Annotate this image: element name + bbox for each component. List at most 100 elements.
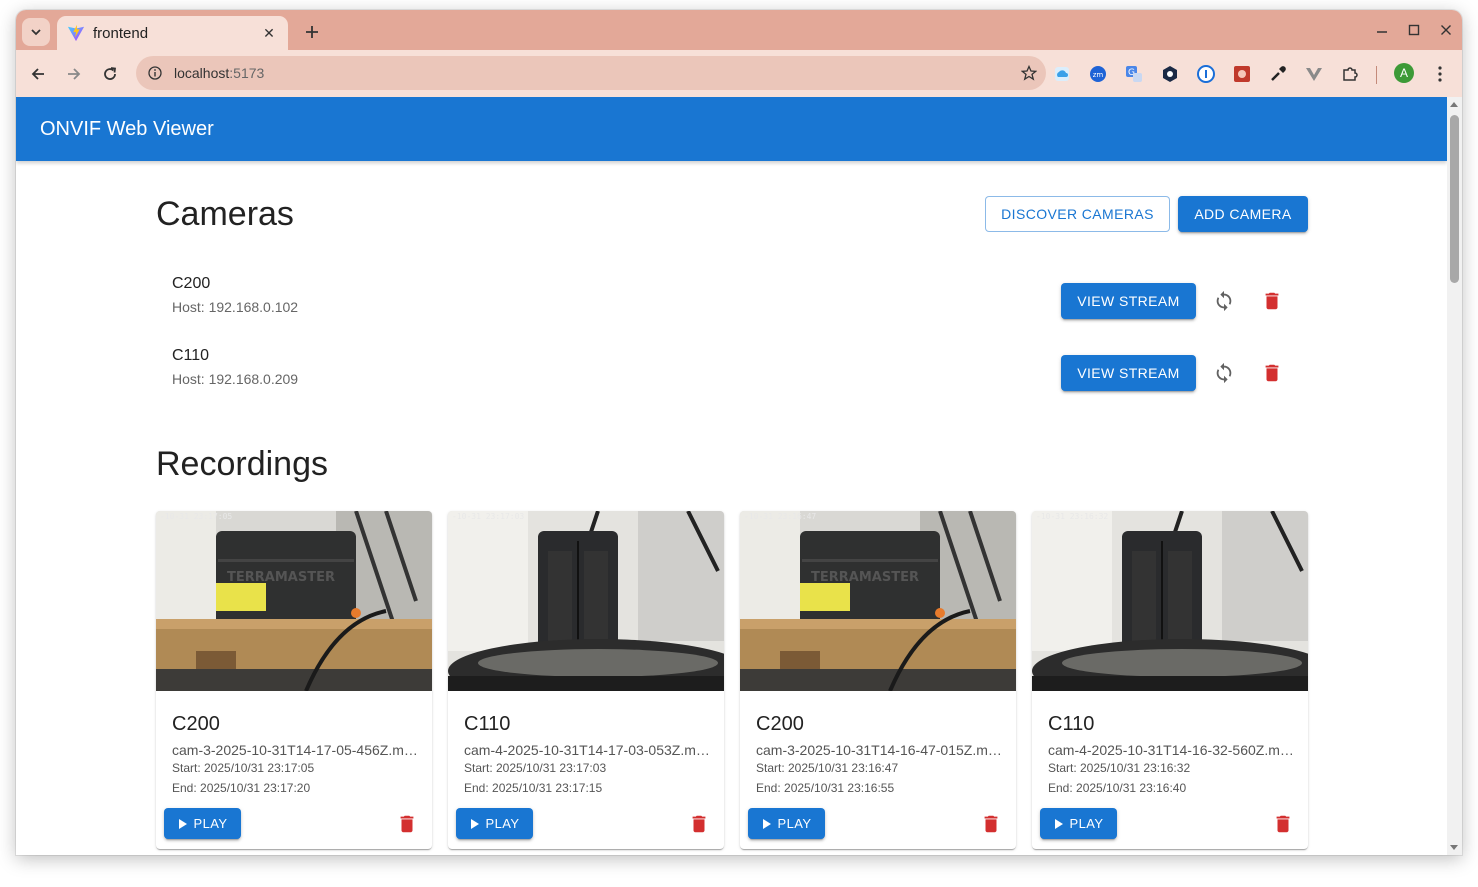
profile-avatar[interactable]: A (1394, 63, 1414, 83)
svg-text:TERRAMASTER: TERRAMASTER (227, 570, 335, 585)
close-tab-icon[interactable]: ✕ (260, 25, 278, 42)
recording-start-time: Start: 2025/10/31 23:17:03 (464, 761, 607, 775)
delete-recording-icon[interactable] (684, 809, 714, 839)
more-menu-icon[interactable] (1432, 63, 1448, 85)
play-icon (762, 818, 772, 830)
play-button[interactable]: PLAY (164, 808, 241, 839)
recording-card: TERRAMASTER -10-31 23:16:47 C200 cam-3-2025… (740, 511, 1016, 849)
cameras-heading: Cameras (156, 195, 294, 233)
recording-filename: cam-4-2025-10-31T14-16-32-560Z.mp4 (1048, 742, 1294, 758)
vite-logo-icon (67, 24, 85, 42)
scrollbar-thumb[interactable] (1450, 115, 1459, 283)
extensions-puzzle-icon[interactable] (1340, 64, 1360, 84)
tab-title: frontend (93, 24, 149, 42)
play-label: PLAY (777, 816, 812, 831)
browser-tab[interactable]: frontend ✕ (57, 16, 288, 50)
tab-search-button[interactable] (22, 18, 50, 46)
page-viewport: ONVIF Web Viewer Cameras DISCOVER CAMERA… (16, 97, 1462, 855)
recording-thumbnail[interactable]: TERRAMASTER -10-31 23:17:05 (156, 511, 432, 691)
discover-cameras-button[interactable]: DISCOVER CAMERAS (985, 196, 1170, 232)
sync-icon[interactable] (1204, 353, 1244, 393)
camera-host: Host: 192.168.0.102 (172, 299, 299, 315)
window-controls (1366, 10, 1462, 50)
recording-card: TERRAMASTER -10-31 23:17:05 C200 cam-3-2025… (156, 511, 432, 849)
plus-icon (306, 26, 318, 38)
browser-window: frontend ✕ localhost:5173 zm G A ONVIF W… (16, 10, 1462, 855)
recording-thumbnail[interactable]: TERRAMASTER -10-31 23:16:47 (740, 511, 1016, 691)
recordings-grid: TERRAMASTER -10-31 23:17:05 C200 cam-3-2025… (156, 511, 1308, 851)
password-manager-icon[interactable] (1196, 64, 1216, 84)
bookmark-star-icon[interactable] (1012, 65, 1046, 81)
recording-start-time: Start: 2025/10/31 23:16:32 (1048, 761, 1191, 775)
eyedropper-icon[interactable] (1268, 64, 1288, 84)
hexagon-extension-icon[interactable] (1160, 64, 1180, 84)
delete-icon[interactable] (1252, 353, 1292, 393)
camera-host: Host: 192.168.0.209 (172, 371, 299, 387)
camera-row: C200 Host: 192.168.0.102 VIEW STREAM (156, 265, 1308, 337)
forward-button[interactable] (62, 62, 86, 86)
recording-start-time: Start: 2025/10/31 23:17:05 (172, 761, 315, 775)
thumb-timestamp: -10-31 23:17:05 (160, 512, 232, 521)
svg-text:TERRAMASTER: TERRAMASTER (811, 570, 919, 585)
close-window-icon[interactable] (1430, 24, 1462, 36)
red-extension-icon[interactable] (1232, 64, 1252, 84)
recording-thumbnail[interactable]: -10-31 23:16:32 (1032, 511, 1308, 691)
play-button[interactable]: PLAY (456, 808, 533, 839)
recording-start-time: Start: 2025/10/31 23:16:47 (756, 761, 899, 775)
reload-button[interactable] (98, 62, 122, 86)
camera-row: C110 Host: 192.168.0.209 VIEW STREAM (156, 337, 1308, 409)
play-button[interactable]: PLAY (748, 808, 825, 839)
maximize-icon[interactable] (1398, 24, 1430, 36)
address-bar[interactable]: localhost:5173 (136, 56, 1046, 90)
delete-recording-icon[interactable] (392, 809, 422, 839)
recordings-heading: Recordings (156, 445, 328, 483)
recording-camera-name: C110 (1048, 713, 1095, 735)
recording-end-time: End: 2025/10/31 23:16:40 (1048, 781, 1187, 795)
tab-strip: frontend ✕ (16, 10, 1462, 50)
recording-filename: cam-3-2025-10-31T14-17-05-456Z.mp4 (172, 742, 418, 758)
recording-card: -10-31 23:16:32 C110 cam-4-2025-10-31T14-1… (1032, 511, 1308, 849)
thumb-timestamp: -10-31 23:16:32 (1036, 512, 1108, 521)
arrow-right-icon (68, 68, 81, 80)
scroll-down-arrow[interactable] (1450, 845, 1458, 850)
recording-card: -10-31 23:17:03 C110 cam-4-2025-10-31T14-1… (448, 511, 724, 849)
recording-thumbnail[interactable]: -10-31 23:17:03 (448, 511, 724, 691)
translate-extension-icon[interactable]: G (1124, 64, 1144, 84)
browser-toolbar: localhost:5173 zm G A (16, 50, 1462, 97)
vue-devtools-icon[interactable] (1304, 64, 1324, 84)
play-icon (470, 818, 480, 830)
view-stream-button[interactable]: VIEW STREAM (1061, 283, 1196, 319)
play-icon (1054, 818, 1064, 830)
add-camera-button[interactable]: ADD CAMERA (1178, 196, 1308, 232)
page-scrollbar[interactable] (1447, 97, 1462, 855)
recording-end-time: End: 2025/10/31 23:17:15 (464, 781, 603, 795)
zm-extension-icon[interactable]: zm (1088, 64, 1108, 84)
play-label: PLAY (193, 816, 228, 831)
arrow-left-icon (31, 68, 44, 80)
delete-recording-icon[interactable] (1268, 809, 1298, 839)
scroll-up-arrow[interactable] (1450, 102, 1458, 107)
play-button[interactable]: PLAY (1040, 808, 1117, 839)
url-text: localhost:5173 (174, 65, 265, 81)
camera-name: C110 (172, 347, 210, 364)
site-info-icon[interactable] (146, 64, 164, 82)
play-icon (178, 818, 188, 830)
toolbar-divider (1376, 66, 1377, 84)
new-tab-button[interactable] (298, 18, 326, 46)
minimize-icon[interactable] (1366, 24, 1398, 36)
delete-recording-icon[interactable] (976, 809, 1006, 839)
recording-end-time: End: 2025/10/31 23:16:55 (756, 781, 895, 795)
camera-name: C200 (172, 275, 211, 292)
recording-filename: cam-4-2025-10-31T14-17-03-053Z.mp4 (464, 742, 710, 758)
play-label: PLAY (1069, 816, 1104, 831)
recording-filename: cam-3-2025-10-31T14-16-47-015Z.mp4 (756, 742, 1002, 758)
app-bar: ONVIF Web Viewer (16, 97, 1447, 161)
back-button[interactable] (26, 62, 50, 86)
delete-icon[interactable] (1252, 281, 1292, 321)
sync-icon[interactable] (1204, 281, 1244, 321)
svg-text:zm: zm (1093, 71, 1104, 79)
cloud-extension-icon[interactable] (1052, 64, 1072, 84)
chevron-down-icon (31, 29, 41, 36)
view-stream-button[interactable]: VIEW STREAM (1061, 355, 1196, 391)
recording-end-time: End: 2025/10/31 23:17:20 (172, 781, 311, 795)
